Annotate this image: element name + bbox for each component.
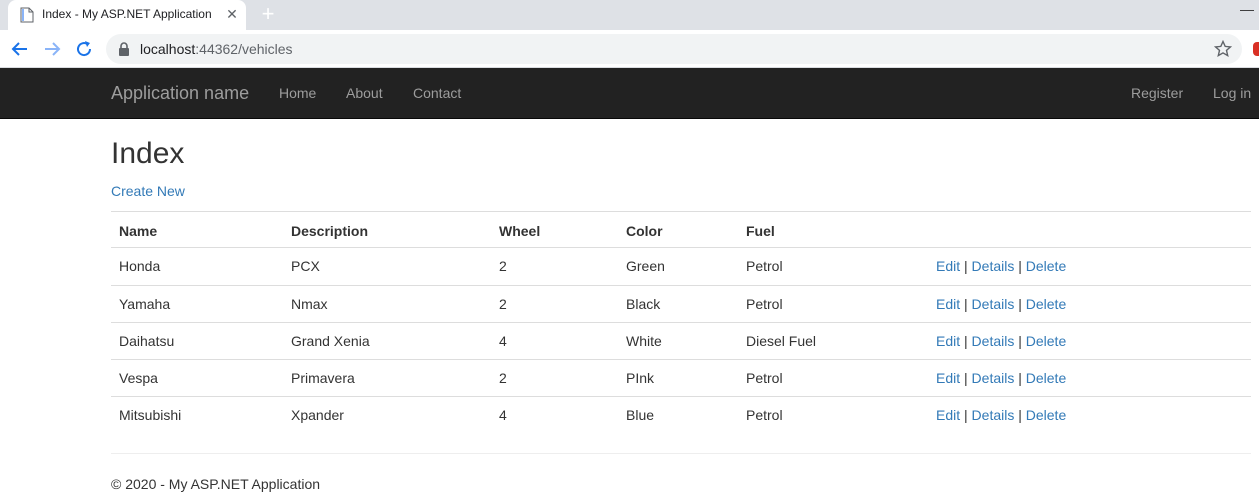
cell-color: Blue [626,407,655,423]
extension-icon[interactable] [1253,42,1259,56]
row-actions: Edit | Details | Delete [936,258,1066,274]
cell-fuel: Diesel Fuel [746,333,817,349]
delete-link[interactable]: Delete [1026,333,1066,349]
footer-copyright: © 2020 - My ASP.NET Application [111,476,321,492]
column-header-name: Name [119,223,158,239]
details-link[interactable]: Details [972,333,1015,349]
column-header-description: Description [291,223,369,239]
action-separator: | [1018,407,1022,423]
star-icon[interactable] [1213,39,1233,58]
cell-name: Yamaha [119,296,171,312]
cell-name: Vespa [119,370,158,386]
footer-divider [111,453,1251,454]
url-text[interactable]: localhost:44362/vehicles [140,41,293,57]
browser-tab[interactable]: Index - My ASP.NET Application ✕ [8,0,246,30]
cell-wheel: 2 [499,258,507,274]
delete-link[interactable]: Delete [1026,296,1066,312]
edit-link[interactable]: Edit [936,296,960,312]
plus-icon[interactable]: + [258,3,278,25]
app-navbar: Application name Home About Contact Regi… [0,68,1259,119]
cell-color: PInk [626,370,655,386]
cell-wheel: 4 [499,407,507,423]
table-row: Yamaha Nmax 2 Black Petrol Edit | Detail… [111,285,1251,322]
cell-wheel: 4 [499,333,507,349]
cell-fuel: Petrol [746,258,783,274]
browser-tab-strip: Index - My ASP.NET Application ✕ + — [0,0,1259,30]
action-separator: | [964,370,968,386]
back-arrow-icon[interactable] [8,37,32,61]
cell-description: Grand Xenia [291,333,370,349]
cell-wheel: 2 [499,296,507,312]
tab-title: Index - My ASP.NET Application [42,7,212,21]
action-separator: | [1018,370,1022,386]
action-separator: | [1018,333,1022,349]
create-new-link[interactable]: Create New [111,183,185,199]
nav-link-login[interactable]: Log in [1213,85,1251,101]
action-separator: | [964,333,968,349]
reload-icon[interactable] [72,37,96,61]
url-path: :44362/vehicles [195,41,293,57]
details-link[interactable]: Details [972,258,1015,274]
brand-link[interactable]: Application name [111,83,249,104]
page-title: Index [111,137,185,170]
details-link[interactable]: Details [972,370,1015,386]
browser-toolbar: localhost:44362/vehicles [0,30,1259,68]
nav-link-contact[interactable]: Contact [413,85,461,101]
delete-link[interactable]: Delete [1026,258,1066,274]
row-actions: Edit | Details | Delete [936,407,1066,423]
cell-name: Honda [119,258,161,274]
close-icon[interactable]: ✕ [224,6,240,22]
address-bar[interactable]: localhost:44362/vehicles [106,34,1242,64]
cell-fuel: Petrol [746,407,783,423]
table-row: Mitsubishi Xpander 4 Blue Petrol Edit | … [111,396,1251,433]
page-favicon-icon [20,7,34,23]
column-header-fuel: Fuel [746,223,775,239]
action-separator: | [964,296,968,312]
row-actions: Edit | Details | Delete [936,296,1066,312]
column-header-wheel: Wheel [499,223,541,239]
cell-color: Black [626,296,661,312]
cell-name: Daihatsu [119,333,175,349]
cell-description: Primavera [291,370,355,386]
cell-description: Nmax [291,296,328,312]
table-row: Honda PCX 2 Green Petrol Edit | Details … [111,248,1251,285]
cell-color: Green [626,258,665,274]
delete-link[interactable]: Delete [1026,370,1066,386]
edit-link[interactable]: Edit [936,258,960,274]
lock-icon[interactable] [118,42,130,56]
edit-link[interactable]: Edit [936,370,960,386]
delete-link[interactable]: Delete [1026,407,1066,423]
cell-name: Mitsubishi [119,407,182,423]
column-header-color: Color [626,223,663,239]
cell-wheel: 2 [499,370,507,386]
vehicles-table: Name Description Wheel Color Fuel Honda … [111,211,1251,433]
cell-fuel: Petrol [746,296,783,312]
nav-link-register[interactable]: Register [1131,85,1183,101]
details-link[interactable]: Details [972,407,1015,423]
action-separator: | [1018,258,1022,274]
row-actions: Edit | Details | Delete [936,333,1066,349]
action-separator: | [1018,296,1022,312]
forward-arrow-icon[interactable] [40,37,64,61]
nav-link-about[interactable]: About [346,85,383,101]
row-actions: Edit | Details | Delete [936,370,1066,386]
action-separator: | [964,407,968,423]
edit-link[interactable]: Edit [936,333,960,349]
edit-link[interactable]: Edit [936,407,960,423]
nav-link-home[interactable]: Home [279,85,316,101]
cell-description: Xpander [291,407,344,423]
details-link[interactable]: Details [972,296,1015,312]
url-host: localhost [140,41,196,57]
cell-fuel: Petrol [746,370,783,386]
cell-color: White [626,333,662,349]
cell-description: PCX [291,258,320,274]
action-separator: | [964,258,968,274]
minimize-icon[interactable]: — [1240,2,1254,18]
table-header-row: Name Description Wheel Color Fuel [111,211,1251,248]
table-row: Vespa Primavera 2 PInk Petrol Edit | Det… [111,359,1251,396]
table-row: Daihatsu Grand Xenia 4 White Diesel Fuel… [111,322,1251,359]
